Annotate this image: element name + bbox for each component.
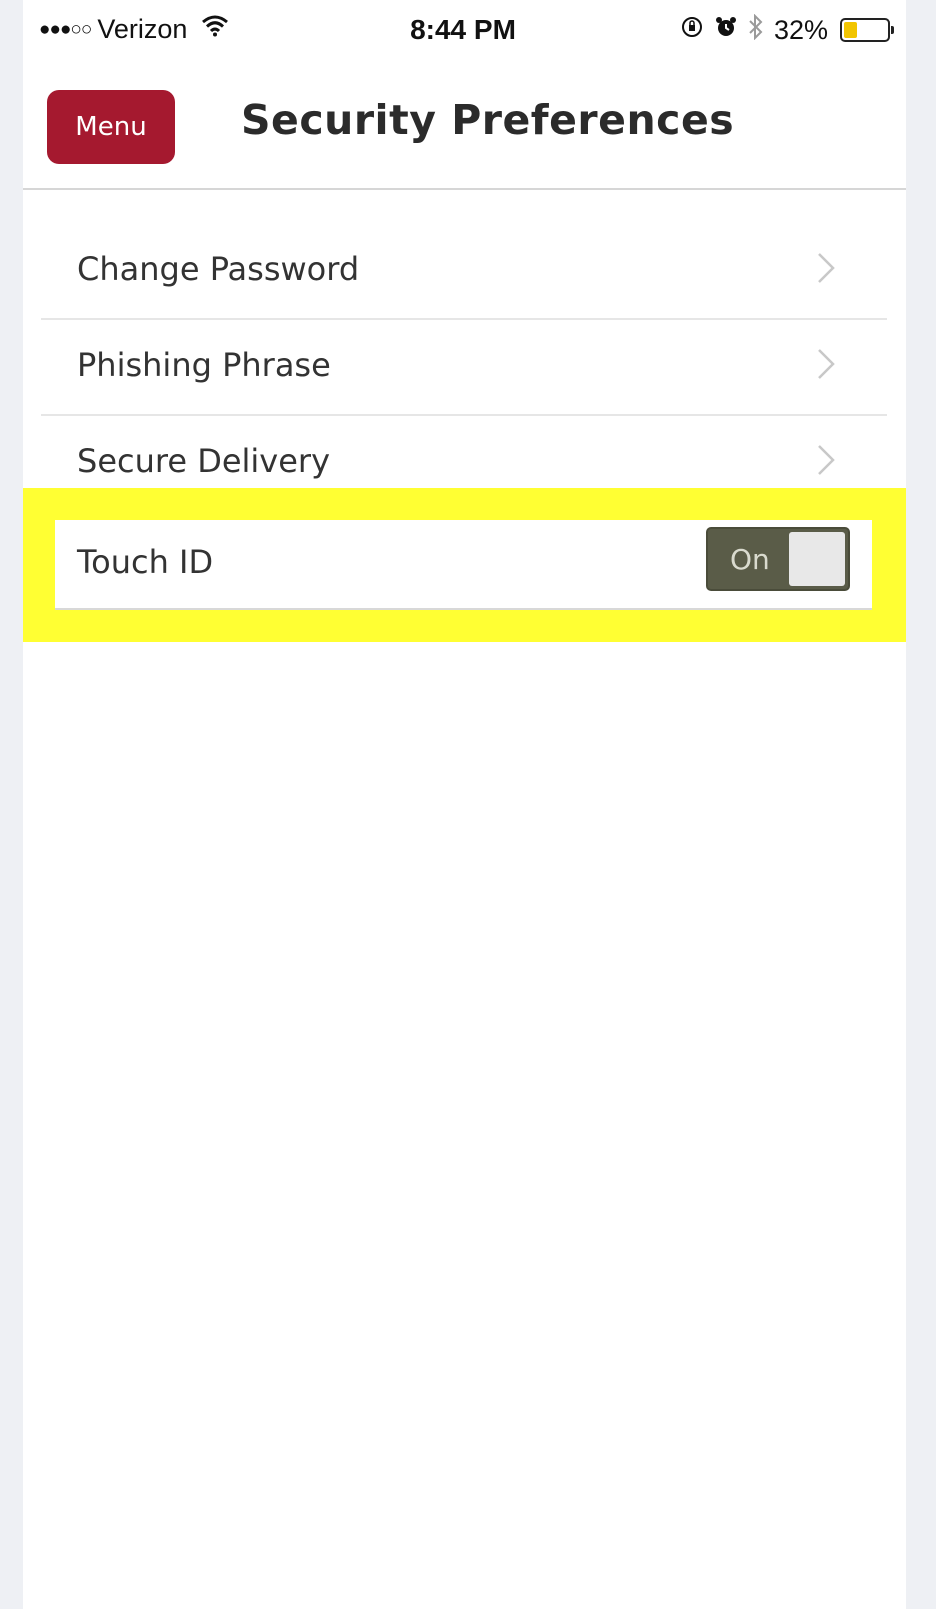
- status-bar: ●●●○○ Verizon 8:44 PM 32%: [23, 0, 906, 62]
- battery-icon: [840, 18, 894, 42]
- touch-id-label: Touch ID: [77, 543, 214, 581]
- bluetooth-icon: [748, 13, 764, 46]
- chevron-right-icon: [818, 253, 835, 283]
- list-item-label: Secure Delivery: [77, 442, 331, 480]
- list-item-touch-id: Touch ID On: [55, 520, 872, 610]
- list-item-label: Phishing Phrase: [77, 346, 331, 384]
- toggle-knob: [789, 532, 845, 586]
- alarm-icon: [714, 15, 738, 45]
- page-title: Security Preferences: [241, 96, 735, 144]
- list-item-change-password[interactable]: Change Password: [41, 222, 887, 320]
- list-item-phishing-phrase[interactable]: Phishing Phrase: [41, 318, 887, 416]
- app-screen: ●●●○○ Verizon 8:44 PM 32% Menu Security …: [23, 0, 906, 1609]
- list-item-label: Change Password: [77, 250, 360, 288]
- battery-percent: 32%: [773, 14, 828, 45]
- status-right: 32%: [680, 13, 894, 46]
- chevron-right-icon: [818, 445, 835, 475]
- menu-button[interactable]: Menu: [47, 90, 175, 164]
- toggle-state-label: On: [730, 543, 770, 576]
- touch-id-toggle[interactable]: On: [706, 527, 850, 591]
- rotation-lock-icon: [680, 15, 704, 45]
- chevron-right-icon: [818, 349, 835, 379]
- battery-fill: [844, 22, 857, 38]
- header: Menu Security Preferences: [23, 62, 906, 190]
